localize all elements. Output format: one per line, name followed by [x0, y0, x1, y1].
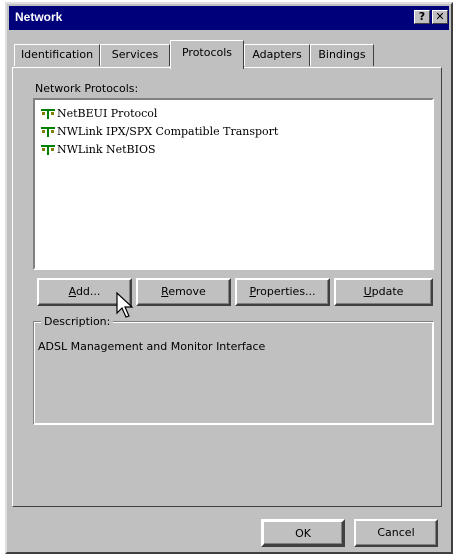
protocol-name: NetBEUI Protocol	[57, 107, 158, 120]
description-groupbox	[33, 321, 434, 425]
tab-adapters[interactable]: Adapters	[244, 44, 310, 66]
update-button-mnemonic: U	[363, 285, 372, 298]
cancel-button[interactable]: Cancel	[354, 519, 438, 547]
tab-protocols[interactable]: Protocols	[170, 40, 244, 69]
protocols-listbox[interactable]: NetBEUI Protocol NWLink IPX/SPX Compatib…	[33, 98, 434, 270]
description-legend: Description:	[41, 315, 114, 328]
tab-services[interactable]: Services	[100, 44, 170, 66]
remove-button[interactable]: Remove	[136, 278, 231, 306]
properties-button[interactable]: Properties...	[235, 278, 330, 306]
mouse-pointer-icon	[116, 291, 134, 318]
add-button-label: dd...	[75, 285, 101, 298]
close-button[interactable]: ✕	[432, 10, 448, 24]
title-bar[interactable]: Network ? ✕	[9, 6, 449, 30]
network-protocol-icon	[41, 145, 55, 155]
network-protocols-label: Network Protocols:	[35, 82, 139, 95]
window-title: Network	[15, 10, 63, 24]
ok-button[interactable]: OK	[261, 519, 345, 547]
network-protocol-icon	[41, 127, 55, 137]
add-button-mnemonic: A	[68, 285, 76, 298]
tab-strip: Identification Services Protocols Adapte…	[14, 40, 444, 69]
tab-bindings[interactable]: Bindings	[310, 44, 374, 66]
remove-button-label: emove	[168, 285, 206, 298]
update-button-label: pdate	[371, 285, 404, 298]
tab-identification[interactable]: Identification	[14, 44, 100, 66]
description-text: ADSL Management and Monitor Interface	[38, 340, 266, 353]
help-button[interactable]: ?	[414, 10, 430, 24]
properties-button-label: roperties...	[255, 285, 316, 298]
update-button[interactable]: Update	[334, 278, 433, 306]
network-protocol-icon	[41, 109, 55, 119]
protocol-name: NWLink IPX/SPX Compatible Transport	[57, 125, 279, 138]
protocol-name: NWLink NetBIOS	[57, 143, 156, 156]
